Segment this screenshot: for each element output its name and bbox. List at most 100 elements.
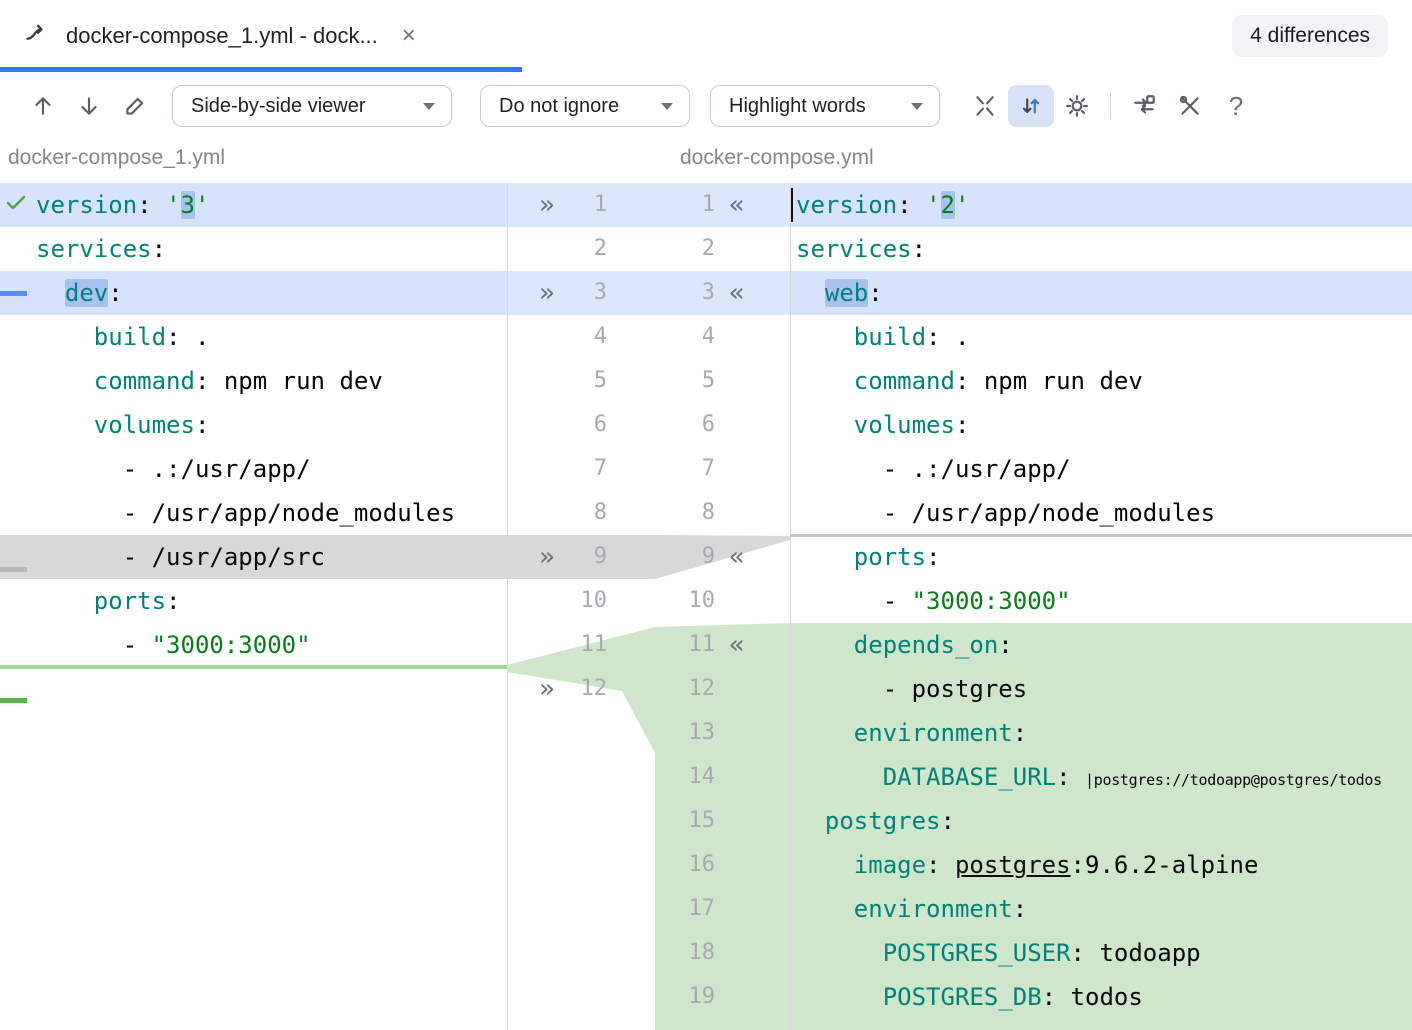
code-segment: :9.6.2-alpine <box>1071 851 1259 879</box>
external-tools-button[interactable] <box>1167 85 1213 127</box>
code-line-left[interactable] <box>0 799 507 843</box>
code-segment: ports <box>94 587 166 615</box>
code-segment: "3000:3000" <box>152 631 311 659</box>
apply-right-chevron[interactable]: » <box>539 535 555 579</box>
code-segment: : <box>941 807 955 835</box>
previous-difference-button[interactable] <box>20 85 66 127</box>
code-line-left[interactable] <box>0 843 507 887</box>
code-segment: : <box>912 235 926 263</box>
close-icon[interactable]: × <box>402 24 416 48</box>
sync-scrolling-icon <box>1018 93 1044 119</box>
code-line-left[interactable] <box>0 975 507 1019</box>
code-line-left[interactable] <box>0 711 507 755</box>
left-gutter: »12 <box>507 667 653 711</box>
pane-separator-right[interactable] <box>790 183 791 1030</box>
code-segment: : <box>868 279 882 307</box>
code-line-left[interactable] <box>0 755 507 799</box>
code-line-right[interactable]: POSTGRES_USER: todoapp <box>790 931 1412 975</box>
code-line-right[interactable]: build: . <box>790 315 1412 359</box>
change-marker-modified[interactable] <box>0 291 27 296</box>
code-segment: - <box>796 587 912 615</box>
compare-swap-button[interactable] <box>1121 85 1167 127</box>
next-difference-button[interactable] <box>66 85 112 127</box>
apply-left-chevron[interactable]: « <box>729 535 745 579</box>
code-line-left[interactable] <box>0 887 507 931</box>
code-line-left[interactable]: - .:/usr/app/ <box>0 447 507 491</box>
help-button[interactable]: ? <box>1213 85 1259 127</box>
code-line-right[interactable]: ports: <box>790 535 1412 579</box>
right-line-number: 12 <box>653 667 715 711</box>
code-segment: |postgres://todoapp@postgres/todos <box>1085 771 1382 789</box>
code-segment: ' <box>955 191 969 219</box>
left-gutter <box>507 843 653 887</box>
collapse-unchanged-button[interactable] <box>962 85 1008 127</box>
highlight-mode-dropdown[interactable]: Highlight words <box>710 85 940 127</box>
code-segment <box>796 323 854 351</box>
pane-separator-left[interactable] <box>507 183 508 1030</box>
file-headers: docker-compose_1.yml docker-compose.yml <box>0 140 1412 183</box>
code-line-left[interactable]: - /usr/app/node_modules <box>0 491 507 535</box>
code-line-right[interactable]: postgres: <box>790 799 1412 843</box>
ignore-policy-dropdown[interactable]: Do not ignore <box>480 85 690 127</box>
right-gutter: 14 <box>653 755 790 799</box>
code-segment <box>796 631 854 659</box>
apply-left-chevron[interactable]: « <box>729 183 745 227</box>
code-line-right[interactable]: environment: <box>790 711 1412 755</box>
right-gutter: 6 <box>653 403 790 447</box>
code-segment: 2 <box>941 191 955 219</box>
change-marker-added[interactable] <box>0 698 27 703</box>
code-segment: "3000:3000" <box>912 587 1071 615</box>
diff-tab[interactable]: docker-compose_1.yml - dock... × <box>0 0 434 72</box>
code-line-right[interactable]: web: <box>790 271 1412 315</box>
code-line-left[interactable]: volumes: <box>0 403 507 447</box>
edit-file-button[interactable] <box>112 85 158 127</box>
code-line-left[interactable]: services: <box>0 227 507 271</box>
viewer-mode-dropdown[interactable]: Side-by-side viewer <box>172 85 452 127</box>
code-line-left[interactable]: ports: <box>0 579 507 623</box>
right-line-number: 7 <box>653 447 715 491</box>
code-line-left[interactable] <box>0 667 507 711</box>
code-line-left[interactable]: - /usr/app/src <box>0 535 507 579</box>
code-line-left[interactable]: build: . <box>0 315 507 359</box>
apply-left-chevron[interactable]: « <box>729 271 745 315</box>
code-line-left[interactable]: command: npm run dev <box>0 359 507 403</box>
diff-editor: version: '3'»11«version: '2'services:22s… <box>0 183 1412 1030</box>
code-line-right[interactable]: - .:/usr/app/ <box>790 447 1412 491</box>
code-line-left[interactable]: dev: <box>0 271 507 315</box>
left-gutter: »1 <box>507 183 653 227</box>
code-line-right[interactable]: command: npm run dev <box>790 359 1412 403</box>
apply-right-chevron[interactable]: » <box>539 271 555 315</box>
code-segment: ' <box>926 191 940 219</box>
code-line-right[interactable]: volumes: <box>790 403 1412 447</box>
code-line-right[interactable]: environment: <box>790 887 1412 931</box>
code-line-right[interactable]: image: postgres:9.6.2-alpine <box>790 843 1412 887</box>
code-line-right[interactable]: version: '2' <box>790 183 1412 227</box>
code-line-right[interactable]: POSTGRES_DB: todos <box>790 975 1412 1019</box>
right-gutter: 4 <box>653 315 790 359</box>
code-segment: - .:/usr/app/ <box>796 455 1071 483</box>
code-line-right[interactable]: DATABASE_URL: |postgres://todoapp@postgr… <box>790 755 1412 799</box>
code-line-right[interactable]: depends_on: <box>790 623 1412 667</box>
change-marker-deleted[interactable] <box>0 567 27 572</box>
apply-right-chevron[interactable]: » <box>539 183 555 227</box>
right-gutter: 16 <box>653 843 790 887</box>
code-line-right[interactable]: - postgres <box>790 667 1412 711</box>
code-line-left[interactable]: version: '3' <box>0 183 507 227</box>
right-gutter: 8 <box>653 491 790 535</box>
code-line-left[interactable] <box>0 931 507 975</box>
gear-icon <box>1064 93 1090 119</box>
sync-scrolling-toggle[interactable] <box>1008 85 1054 127</box>
code-segment: depends_on <box>854 631 999 659</box>
right-line-number: 5 <box>653 359 715 403</box>
code-segment <box>796 807 825 835</box>
code-segment: : <box>1056 763 1085 791</box>
apply-left-chevron[interactable]: « <box>729 623 745 667</box>
settings-button[interactable] <box>1054 85 1100 127</box>
code-segment <box>796 895 854 923</box>
right-file-name: docker-compose.yml <box>680 146 874 170</box>
code-line-right[interactable]: services: <box>790 227 1412 271</box>
code-line-right[interactable]: - /usr/app/node_modules <box>790 491 1412 535</box>
code-line-left[interactable]: - "3000:3000" <box>0 623 507 667</box>
code-line-right[interactable]: - "3000:3000" <box>790 579 1412 623</box>
apply-right-chevron[interactable]: » <box>539 667 555 711</box>
